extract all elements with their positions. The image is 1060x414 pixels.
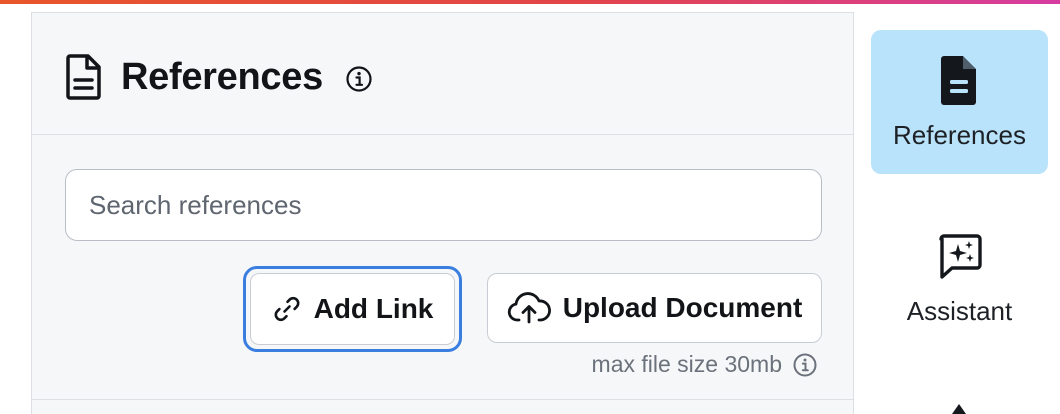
panel-header: References — [32, 13, 853, 135]
sidebar-item-label: References — [893, 120, 1026, 150]
add-link-label: Add Link — [313, 293, 434, 324]
info-icon[interactable] — [345, 65, 373, 93]
add-link-button[interactable]: Add Link — [243, 266, 462, 352]
document-icon — [940, 56, 976, 105]
max-file-size-note: max file size 30mb — [592, 351, 818, 378]
max-file-size-text: max file size 30mb — [591, 351, 782, 377]
document-icon — [66, 54, 101, 100]
left-gutter — [0, 4, 31, 414]
link-icon — [274, 296, 300, 322]
cloud-upload-icon — [507, 292, 551, 324]
page-title: References — [121, 56, 323, 98]
sidebar-item-label: Assistant — [906, 296, 1013, 326]
info-icon[interactable] — [792, 352, 818, 378]
sidebar-item-references[interactable]: References — [871, 30, 1048, 174]
next-sidebar-icon[interactable] — [944, 404, 974, 414]
panel-divider — [32, 399, 853, 400]
right-sidebar: References Assistant — [855, 4, 1060, 414]
sparkle-chat-icon — [938, 234, 982, 279]
upload-document-label: Upload Document — [562, 292, 803, 323]
add-link-button-inner[interactable]: Add Link — [250, 273, 455, 345]
search-input[interactable] — [65, 169, 822, 241]
upload-document-button[interactable]: Upload Document — [487, 273, 822, 343]
references-panel: References Add Link Upload Document max … — [31, 12, 854, 414]
sidebar-item-assistant[interactable]: Assistant — [871, 208, 1048, 352]
